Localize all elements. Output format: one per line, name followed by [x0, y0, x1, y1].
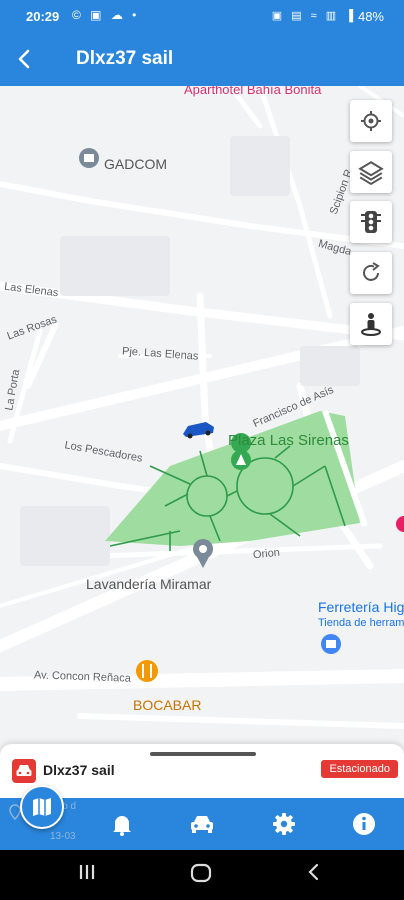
gear-icon: [273, 813, 295, 835]
bell-icon: [113, 816, 131, 836]
traffic-light-icon: [361, 211, 381, 233]
status-time: 20:29: [26, 9, 60, 24]
back-button[interactable]: [10, 44, 40, 74]
info-nav-button[interactable]: [350, 810, 378, 838]
system-icons: ▣ ▤ ≈ ▥ ▐: [271, 10, 356, 22]
battery-level: 48%: [357, 9, 384, 24]
layers-icon: [358, 161, 384, 185]
status-bar: 20:29 © ▣ ☁ • ▣ ▤ ≈ ▥ ▐ 48%: [0, 0, 404, 34]
app-bar: Dlxz37 sail: [0, 34, 404, 86]
my-location-icon: [361, 111, 381, 131]
chevron-left-icon: [308, 863, 319, 881]
poi-lavanderia: Lavandería Miramar: [86, 576, 212, 592]
alerts-nav-button[interactable]: [108, 810, 136, 838]
home-icon: [190, 863, 212, 883]
my-location-button[interactable]: [350, 100, 392, 142]
poi-bocabar: BOCABAR: [133, 697, 202, 713]
arrow-left-icon: [18, 49, 30, 69]
ferreteria-marker: [321, 634, 341, 654]
car-icon: [16, 765, 32, 776]
page-title: Dlxz37 sail: [76, 48, 174, 69]
gadcom-marker: [79, 148, 99, 168]
settings-nav-button[interactable]: [270, 810, 298, 838]
street-view-icon: [361, 313, 381, 336]
notification-icons: © ▣ ☁ •: [72, 8, 140, 22]
partial-marker: [396, 516, 404, 532]
map-icon: [33, 798, 51, 816]
refresh-button[interactable]: [350, 252, 392, 294]
home-button[interactable]: [190, 862, 212, 890]
sheet-drag-handle[interactable]: [150, 752, 256, 756]
vehicle-type-icon: [12, 759, 36, 783]
system-navigation-bar: [0, 850, 404, 900]
street-view-button[interactable]: [350, 303, 392, 345]
map-nav-button[interactable]: [20, 785, 64, 829]
info-icon: [353, 813, 375, 835]
poi-aparthotel: Aparthotel Bahía Bonita: [184, 86, 322, 97]
peek-date: 13-03: [50, 831, 76, 842]
layers-button[interactable]: [350, 151, 392, 193]
poi-ferreteria: Ferretería Hig: [318, 599, 404, 615]
map-view[interactable]: Aparthotel Bahía Bonita GADCOM Plaza Las…: [0, 86, 404, 746]
refresh-icon: [363, 262, 380, 281]
vehicle-name: Dlxz37 sail: [43, 762, 115, 778]
poi-plaza-las-sirenas: Plaza Las Sirenas: [228, 432, 349, 449]
poi-ferreteria-sub: Tienda de herram: [318, 617, 404, 629]
traffic-button[interactable]: [350, 201, 392, 243]
bocabar-marker: [136, 660, 158, 682]
car-icon: [191, 816, 213, 833]
status-badge: Estacionado: [321, 760, 398, 778]
recents-button[interactable]: [78, 862, 96, 888]
poi-gadcom: GADCOM: [104, 156, 167, 172]
recents-icon: [79, 865, 95, 879]
back-nav-button[interactable]: [306, 862, 322, 888]
vehicles-nav-button[interactable]: [188, 810, 216, 838]
